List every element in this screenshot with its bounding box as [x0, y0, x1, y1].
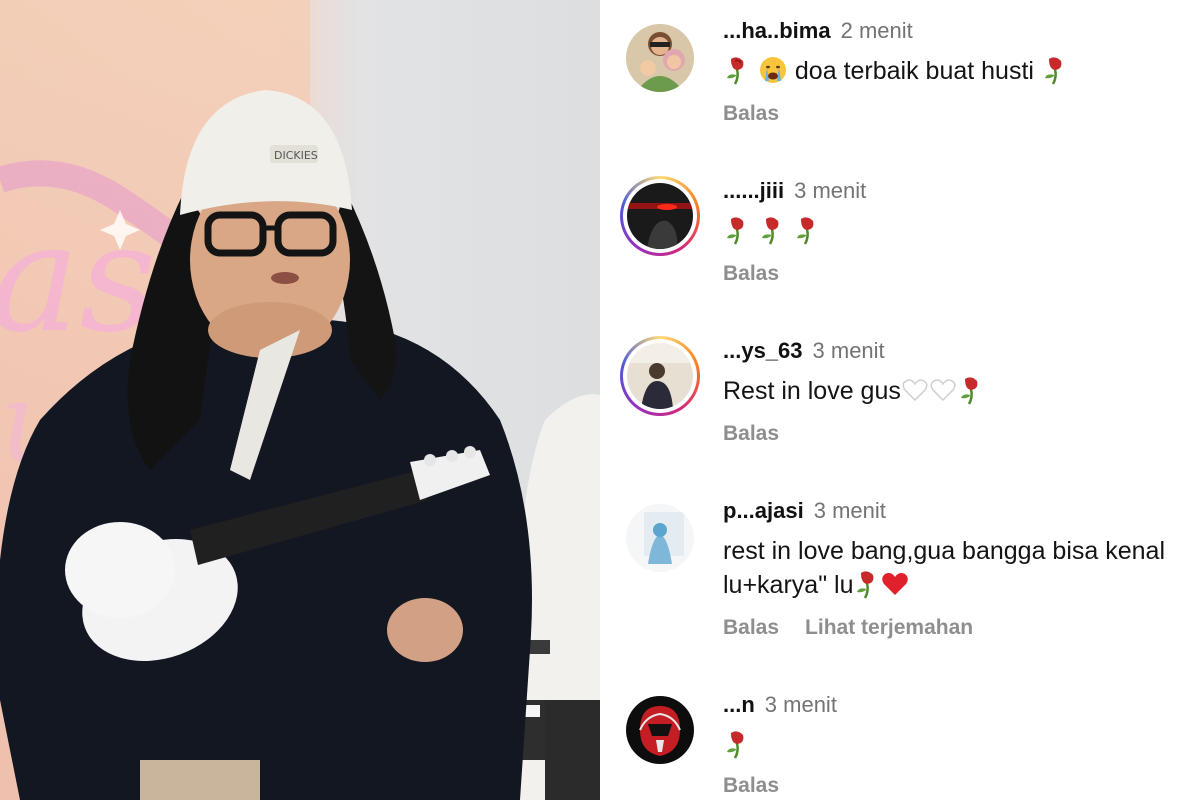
username[interactable]: ......jiii	[723, 178, 784, 203]
timestamp: 3 menit	[764, 692, 837, 717]
hat-label: DICKIES	[274, 149, 318, 162]
comment-text	[723, 214, 1200, 248]
comment-body: Rest in love gus	[723, 377, 901, 405]
comment-text: rest in love bang,gua bangga bisa kenal …	[723, 534, 1193, 602]
wilted-rose-icon	[857, 571, 874, 599]
username[interactable]: p...ajasi	[723, 498, 804, 523]
comments-panel: ...ha..bima 2 menit doa terbaik buat hust…	[600, 0, 1200, 800]
comment-actions: Balas	[723, 774, 805, 798]
comment-text	[723, 728, 1200, 762]
comment-meta: ......jiii 3 menit	[723, 176, 866, 206]
see-translation-button[interactable]: Lihat terjemahan	[805, 616, 973, 639]
comment-actions: Balas	[723, 102, 805, 126]
comment-actions: Balas	[723, 262, 805, 286]
timestamp: 3 menit	[812, 338, 885, 363]
comment-actions: Balas	[723, 422, 805, 446]
comment-actions: Balas Lihat terjemahan	[723, 616, 999, 640]
timestamp: 3 menit	[813, 498, 886, 523]
comment-meta: ...ys_63 3 menit	[723, 336, 885, 366]
comment-meta: ...n 3 menit	[723, 690, 837, 720]
wilted-rose-icon	[727, 57, 744, 85]
wilted-rose-icon	[796, 217, 814, 245]
comment-body: doa terbaik buat husti	[794, 57, 1034, 85]
screenshot: ash un	[0, 0, 1200, 800]
reply-button[interactable]: Balas	[723, 102, 779, 125]
timestamp: 3 menit	[794, 178, 867, 203]
white-heart-icon	[902, 379, 928, 402]
white-heart-icon	[930, 379, 956, 402]
username[interactable]: ...ys_63	[723, 338, 803, 363]
comment-line-2: lu+karya" lu	[723, 568, 1193, 602]
reply-button[interactable]: Balas	[723, 774, 779, 797]
avatar[interactable]	[620, 336, 700, 416]
username[interactable]: ...ha..bima	[723, 18, 831, 43]
wilted-rose-icon	[761, 217, 779, 245]
comment-meta: ...ha..bima 2 menit	[723, 16, 913, 46]
comment-body: lu+karya" lu	[723, 571, 854, 599]
avatar[interactable]	[626, 504, 694, 572]
avatar[interactable]	[620, 176, 700, 256]
crying-face-icon	[759, 57, 786, 83]
performer-photo: ash un	[0, 0, 600, 800]
comment-text: doa terbaik buat husti	[723, 54, 1200, 88]
comment-meta: p...ajasi 3 menit	[723, 496, 886, 526]
avatar[interactable]	[626, 696, 694, 764]
wilted-rose-icon	[960, 377, 978, 405]
wilted-rose-icon	[1044, 57, 1062, 85]
wilted-rose-icon	[727, 217, 744, 245]
avatar[interactable]	[626, 24, 694, 92]
comment-text: Rest in love gus	[723, 374, 1200, 408]
red-heart-icon	[882, 573, 909, 595]
comment-line-1: rest in love bang,gua bangga bisa kenal	[723, 537, 1165, 565]
reply-button[interactable]: Balas	[723, 616, 779, 639]
reply-button[interactable]: Balas	[723, 262, 779, 285]
username[interactable]: ...n	[723, 692, 755, 717]
timestamp: 2 menit	[840, 18, 913, 43]
wilted-rose-icon	[727, 731, 744, 759]
reply-button[interactable]: Balas	[723, 422, 779, 445]
